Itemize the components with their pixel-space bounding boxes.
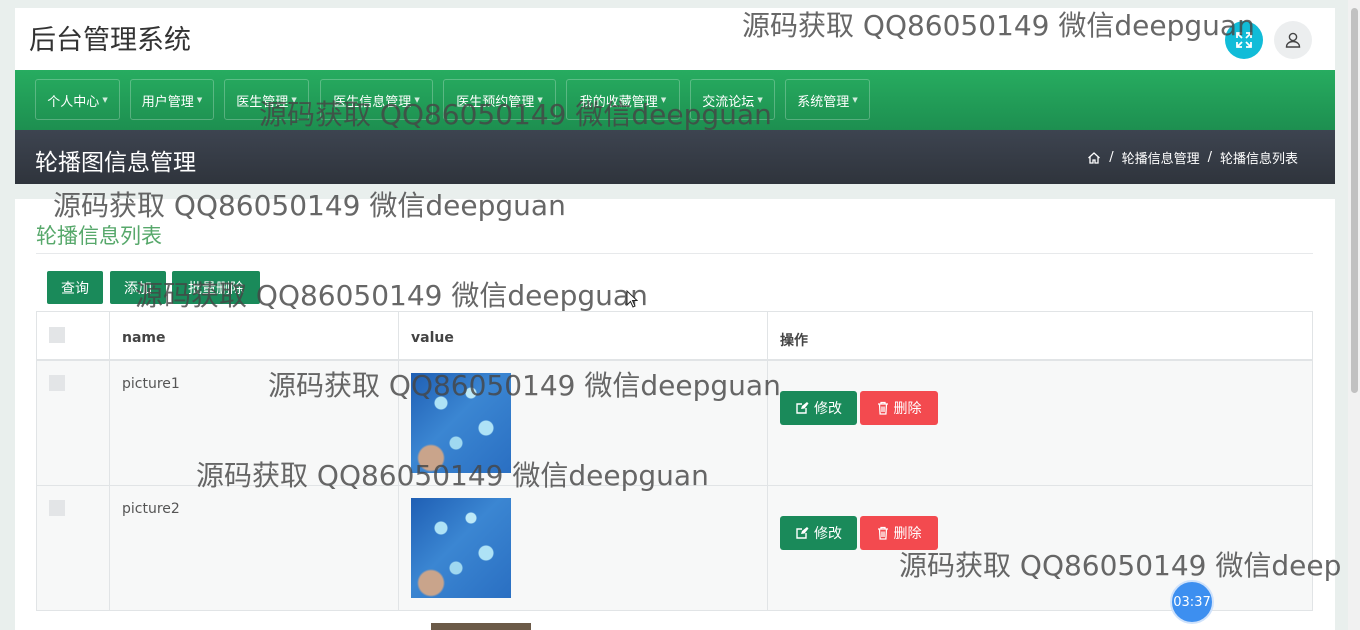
edit-button[interactable]: 修改 — [780, 391, 857, 425]
row-checkbox[interactable] — [49, 375, 65, 391]
nav-item-label: 个人中心 — [47, 94, 100, 110]
page-title: 轮播图信息管理 — [35, 150, 196, 176]
row-actions: 修改 删除 — [780, 391, 938, 425]
carousel-image-thumbnail[interactable] — [411, 498, 511, 598]
divider — [36, 253, 1313, 254]
header-cell-select — [36, 312, 109, 359]
watermark-text: 源码获取 QQ86050149 微信deepguan — [53, 189, 566, 222]
nav-item-system-management[interactable]: 系统管理 ▼ — [785, 79, 870, 120]
row-cell-select — [36, 361, 109, 485]
user-icon — [1285, 32, 1301, 48]
scrollbar-thumb[interactable] — [1351, 8, 1358, 393]
delete-label: 删除 — [893, 526, 922, 542]
watermark-text: 源码获取 QQ86050149 微信deepguan — [259, 98, 772, 131]
edit-button[interactable]: 修改 — [780, 516, 857, 550]
row-cell-actions: 修改 删除 — [767, 361, 1313, 485]
recording-timer: 03:37 — [1170, 580, 1214, 624]
nav-item-personal-center[interactable]: 个人中心 ▼ — [35, 79, 120, 120]
user-button[interactable] — [1274, 21, 1312, 59]
header-cell-value: value — [398, 312, 767, 359]
caret-down-icon: ▼ — [102, 96, 108, 104]
select-all-checkbox[interactable] — [49, 327, 65, 343]
card-title: 轮播信息列表 — [36, 224, 162, 248]
row-checkbox[interactable] — [49, 500, 65, 516]
home-icon[interactable] — [1087, 151, 1101, 165]
breadcrumb: / 轮播信息管理 / 轮播信息列表 — [1087, 148, 1298, 167]
nav-item-user-management[interactable]: 用户管理 ▼ — [130, 79, 214, 120]
header-cell-name: name — [109, 312, 398, 359]
caret-down-icon: ▼ — [196, 96, 203, 104]
row-name: picture1 — [122, 376, 180, 392]
column-header-actions: 操作 — [780, 333, 808, 349]
breadcrumb-separator: / — [1207, 150, 1212, 165]
trash-icon — [877, 401, 888, 415]
page-header: 轮播图信息管理 / 轮播信息管理 / 轮播信息列表 — [15, 130, 1335, 184]
caret-down-icon: ▼ — [852, 96, 858, 104]
row-cell-select — [36, 486, 109, 610]
carousel-image-thumbnail — [431, 623, 531, 630]
nav-item-label: 系统管理 — [797, 94, 850, 110]
edit-label: 修改 — [814, 526, 842, 542]
row-cell-name: picture2 — [109, 486, 398, 610]
delete-label: 删除 — [893, 401, 922, 417]
watermark-text: 源码获取 QQ86050149 微信deepguan — [268, 369, 781, 402]
breadcrumb-item-carousel-management[interactable]: 轮播信息管理 — [1122, 148, 1200, 167]
watermark-text: 源码获取 QQ86050149 微信deep — [899, 549, 1342, 582]
edit-icon — [796, 527, 809, 539]
nav-item-label: 用户管理 — [141, 94, 194, 110]
column-header-name[interactable]: name — [122, 330, 166, 346]
watermark-text: 源码获取 QQ86050149 微信deepguan — [135, 279, 648, 312]
watermark-text: 源码获取 QQ86050149 微信deepguan — [196, 459, 709, 492]
breadcrumb-separator: / — [1109, 150, 1114, 165]
edit-icon — [796, 402, 809, 414]
edit-label: 修改 — [814, 401, 842, 417]
trash-icon — [877, 526, 888, 540]
app-title: 后台管理系统 — [29, 25, 191, 56]
search-button[interactable]: 查询 — [47, 271, 103, 304]
watermark-text: 源码获取 QQ86050149 微信deepguan — [742, 9, 1255, 42]
row-cell-value — [398, 486, 767, 610]
table-header: name value 操作 — [36, 312, 1313, 361]
table-row-partial — [36, 611, 1313, 630]
mouse-cursor-icon — [626, 290, 638, 308]
delete-button[interactable]: 删除 — [860, 391, 938, 425]
breadcrumb-item-carousel-list: 轮播信息列表 — [1219, 152, 1298, 167]
header-cell-actions: 操作 — [767, 312, 1313, 359]
row-name: picture2 — [122, 501, 180, 517]
column-header-value[interactable]: value — [411, 330, 454, 346]
